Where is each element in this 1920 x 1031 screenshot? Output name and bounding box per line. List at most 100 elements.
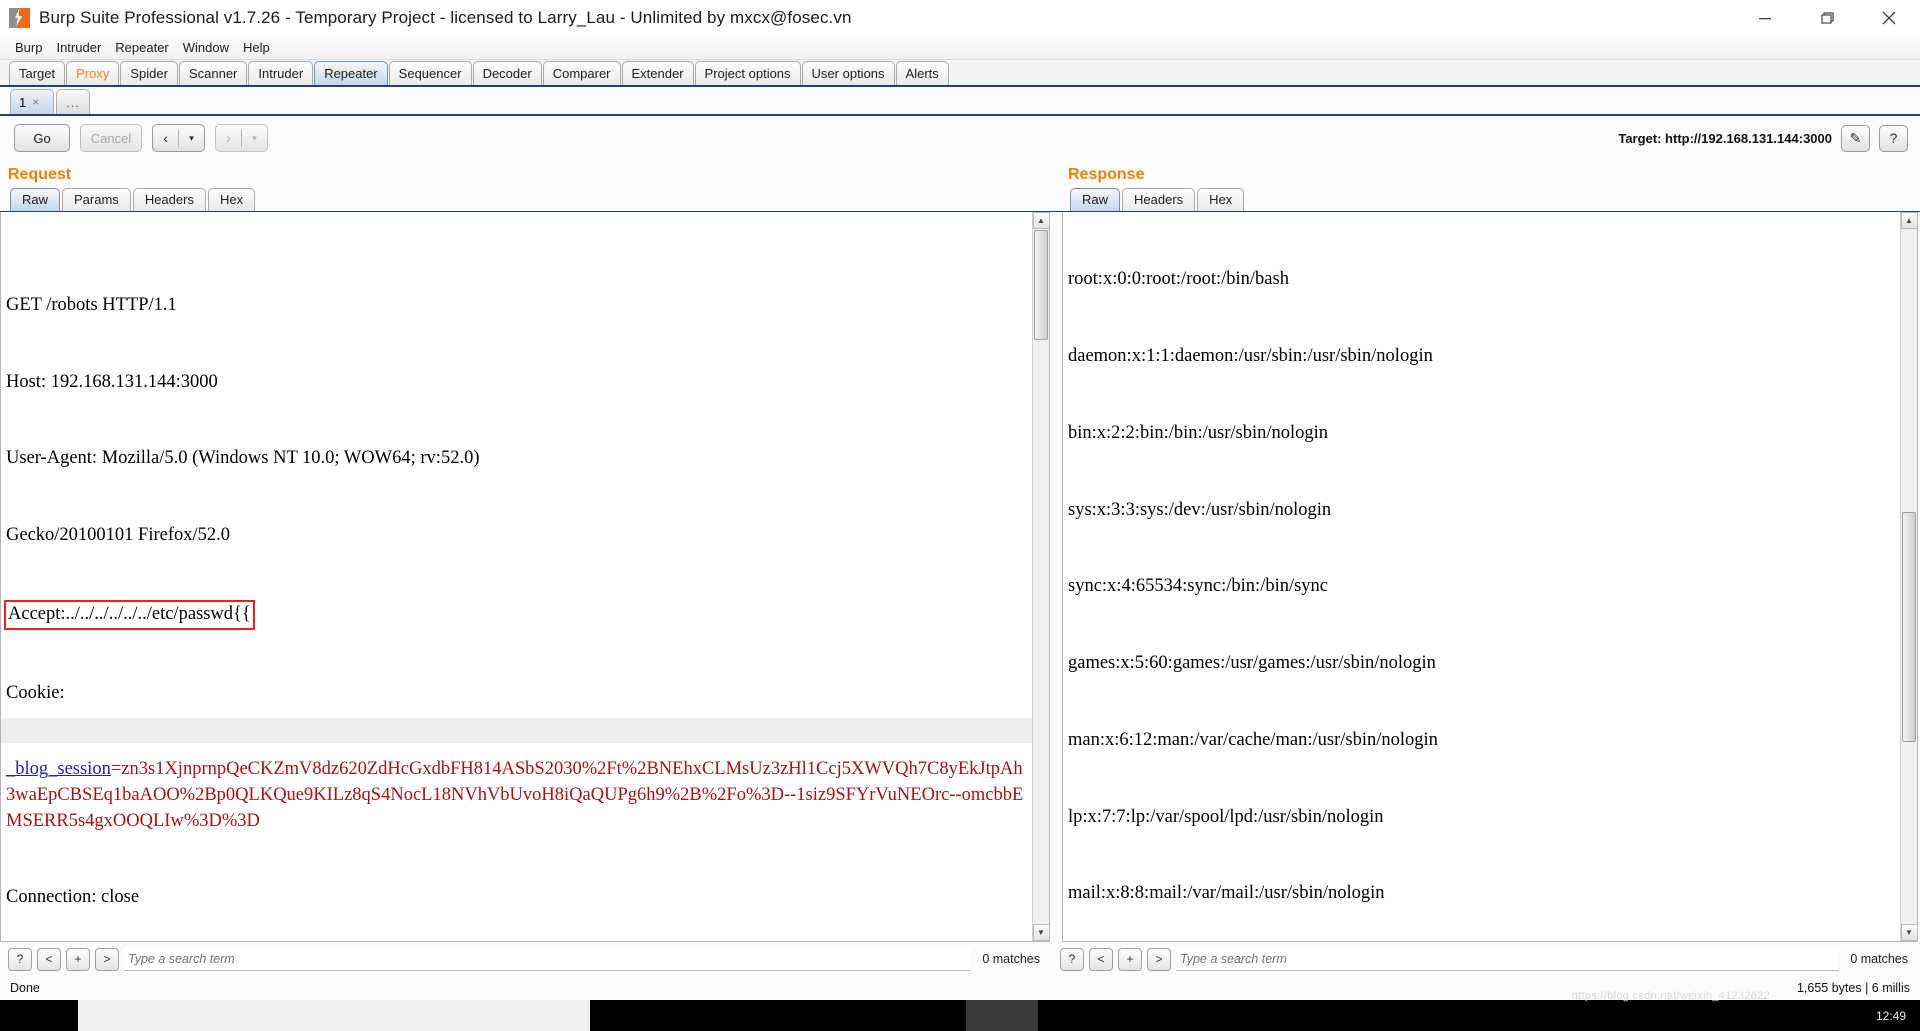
search-next-button[interactable]: > <box>1147 947 1171 971</box>
search-prev-button[interactable]: < <box>37 947 61 971</box>
cancel-button[interactable]: Cancel <box>80 124 142 152</box>
menu-item-window[interactable]: Window <box>176 36 236 60</box>
menu-bar: Burp Intruder Repeater Window Help <box>0 36 1920 60</box>
search-help-icon[interactable]: ? <box>8 947 32 971</box>
chevron-right-icon: › <box>226 130 231 146</box>
request-editor[interactable]: GET /robots HTTP/1.1 Host: 192.168.131.1… <box>1 212 1032 941</box>
request-match-count: 0 matches <box>982 952 1040 966</box>
response-tab-raw[interactable]: Raw <box>1070 188 1121 211</box>
status-text: Done <box>10 981 40 995</box>
request-line-4: Gecko/20100101 Firefox/52.0 <box>6 525 231 546</box>
close-icon[interactable]: × <box>32 95 39 109</box>
burp-logo-icon <box>9 7 31 29</box>
response-line: daemon:x:1:1:daemon:/usr/sbin:/usr/sbin/… <box>1068 345 1433 366</box>
restore-icon[interactable] <box>1796 0 1858 36</box>
scrollbar-thumb <box>1902 512 1916 742</box>
request-line-3: User-Agent: Mozilla/5.0 (Windows NT 10.0… <box>6 448 480 469</box>
repeater-tab-1-label: 1 <box>19 94 27 110</box>
response-view-tabs: Raw Headers Hex <box>1052 186 1920 212</box>
chevron-down-icon: ▾ <box>189 132 194 143</box>
repeater-tab-1[interactable]: 1 × <box>10 89 54 114</box>
request-scrollbar[interactable]: ▲ ▼ <box>1032 212 1050 941</box>
tab-target[interactable]: Target <box>9 61 66 85</box>
response-search-input[interactable] <box>1176 947 1840 971</box>
go-button[interactable]: Go <box>14 124 70 152</box>
window-title: Burp Suite Professional v1.7.26 - Tempor… <box>39 7 852 27</box>
search-help-icon[interactable]: ? <box>1060 947 1084 971</box>
search-add-button[interactable]: + <box>66 947 90 971</box>
response-editor-wrap: root:x:0:0:root:/root:/bin/bash daemon:x… <box>1062 212 1918 942</box>
repeater-tab-bar: 1 × ... <box>0 87 1920 116</box>
tab-repeater[interactable]: Repeater <box>314 61 388 85</box>
tab-project-options[interactable]: Project options <box>694 61 801 85</box>
help-icon[interactable]: ? <box>1879 124 1908 152</box>
tab-scanner[interactable]: Scanner <box>178 61 248 85</box>
request-tab-raw[interactable]: Raw <box>10 188 61 211</box>
scrollbar-thumb <box>1034 230 1048 340</box>
new-repeater-tab-button[interactable]: ... <box>56 89 90 114</box>
title-bar: Burp Suite Professional v1.7.26 - Tempor… <box>0 0 1920 36</box>
response-size-text: 1,655 bytes | 6 millis <box>1796 981 1910 995</box>
tab-intruder[interactable]: Intruder <box>248 61 314 85</box>
taskbar-segment <box>0 1000 78 1031</box>
scroll-up-icon[interactable]: ▲ <box>1900 212 1918 229</box>
tab-comparer[interactable]: Comparer <box>542 61 621 85</box>
menu-item-burp[interactable]: Burp <box>8 36 49 60</box>
main-tab-bar: Target Proxy Spider Scanner Intruder Rep… <box>0 60 1920 87</box>
request-tab-headers[interactable]: Headers <box>132 188 206 211</box>
tab-decoder[interactable]: Decoder <box>472 61 542 85</box>
search-add-button[interactable]: + <box>1118 947 1142 971</box>
chevron-down-icon: ▾ <box>252 132 257 143</box>
tab-user-options[interactable]: User options <box>801 61 895 85</box>
request-search-input[interactable] <box>124 947 972 971</box>
response-editor[interactable]: root:x:0:0:root:/root:/bin/bash daemon:x… <box>1063 212 1900 941</box>
menu-item-repeater[interactable]: Repeater <box>108 36 175 60</box>
payload-highlight: Accept:../../../../../../etc/passwd{{ <box>4 599 255 630</box>
search-prev-button[interactable]: < <box>1089 947 1113 971</box>
response-line: bin:x:2:2:bin:/bin:/usr/sbin/nologin <box>1068 422 1329 443</box>
back-button[interactable]: ‹ ▾ <box>152 124 205 152</box>
chevron-left-icon: ‹ <box>163 130 168 146</box>
request-view-tabs: Raw Params Headers Hex <box>0 186 1052 212</box>
response-tab-headers[interactable]: Headers <box>1122 188 1196 211</box>
watermark-text: https://blog.csdn.net/weixin_41232622 <box>1571 990 1770 1002</box>
request-tab-hex[interactable]: Hex <box>207 188 256 211</box>
tab-proxy[interactable]: Proxy <box>66 61 120 85</box>
menu-item-help[interactable]: Help <box>236 36 277 60</box>
menu-item-intruder[interactable]: Intruder <box>49 36 108 60</box>
pencil-icon[interactable]: ✎ <box>1841 124 1870 152</box>
response-scrollbar[interactable]: ▲ ▼ <box>1900 212 1918 941</box>
response-line: root:x:0:0:root:/root:/bin/bash <box>1068 269 1289 290</box>
response-line: sync:x:4:65534:sync:/bin:/bin/sync <box>1068 576 1329 597</box>
taskbar-clock[interactable]: 12:49 <box>1876 1000 1920 1031</box>
request-line-1: GET /robots HTTP/1.1 <box>6 294 177 315</box>
forward-button[interactable]: › ▾ <box>215 124 268 152</box>
tab-extender[interactable]: Extender <box>621 61 694 85</box>
request-line-cookie: Cookie: <box>6 682 65 703</box>
tab-spider[interactable]: Spider <box>120 61 178 85</box>
tab-alerts[interactable]: Alerts <box>895 61 949 85</box>
close-icon[interactable] <box>1858 0 1920 36</box>
minimize-icon[interactable] <box>1734 0 1796 36</box>
target-area: Target: http://192.168.131.144:3000 ✎ ? <box>1618 124 1908 152</box>
response-search-bar: ? < + > 0 matches <box>1052 942 1920 976</box>
response-line: man:x:6:12:man:/var/cache/man:/usr/sbin/… <box>1068 729 1438 750</box>
scroll-up-icon[interactable]: ▲ <box>1032 212 1050 229</box>
request-tab-params[interactable]: Params <box>62 188 131 211</box>
search-next-button[interactable]: > <box>95 947 119 971</box>
response-line: sys:x:3:3:sys:/dev:/usr/sbin/nologin <box>1068 499 1332 520</box>
scroll-down-icon[interactable]: ▼ <box>1900 924 1918 941</box>
repeater-panes: Request Raw Params Headers Hex GET /robo… <box>0 160 1920 976</box>
taskbar-window-button[interactable] <box>78 1000 590 1031</box>
response-line: mail:x:8:8:mail:/var/mail:/usr/sbin/nolo… <box>1068 883 1385 904</box>
cookie-value-part-1: =zn3s1XjnprnpQeCKZmV8dz620ZdHcGxdbFH814A… <box>110 759 702 780</box>
tab-sequencer[interactable]: Sequencer <box>388 61 472 85</box>
scroll-down-icon[interactable]: ▼ <box>1032 924 1050 941</box>
repeater-toolbar: Go Cancel ‹ ▾ › ▾ Target: http://192.168… <box>0 116 1920 160</box>
cookie-name: _blog_session <box>6 759 111 780</box>
target-url-label: Target: http://192.168.131.144:3000 <box>1618 130 1832 146</box>
taskbar-segment <box>1038 1000 1876 1031</box>
window-controls <box>1734 0 1920 36</box>
response-tab-hex[interactable]: Hex <box>1197 188 1245 211</box>
taskbar-segment <box>966 1000 1038 1031</box>
